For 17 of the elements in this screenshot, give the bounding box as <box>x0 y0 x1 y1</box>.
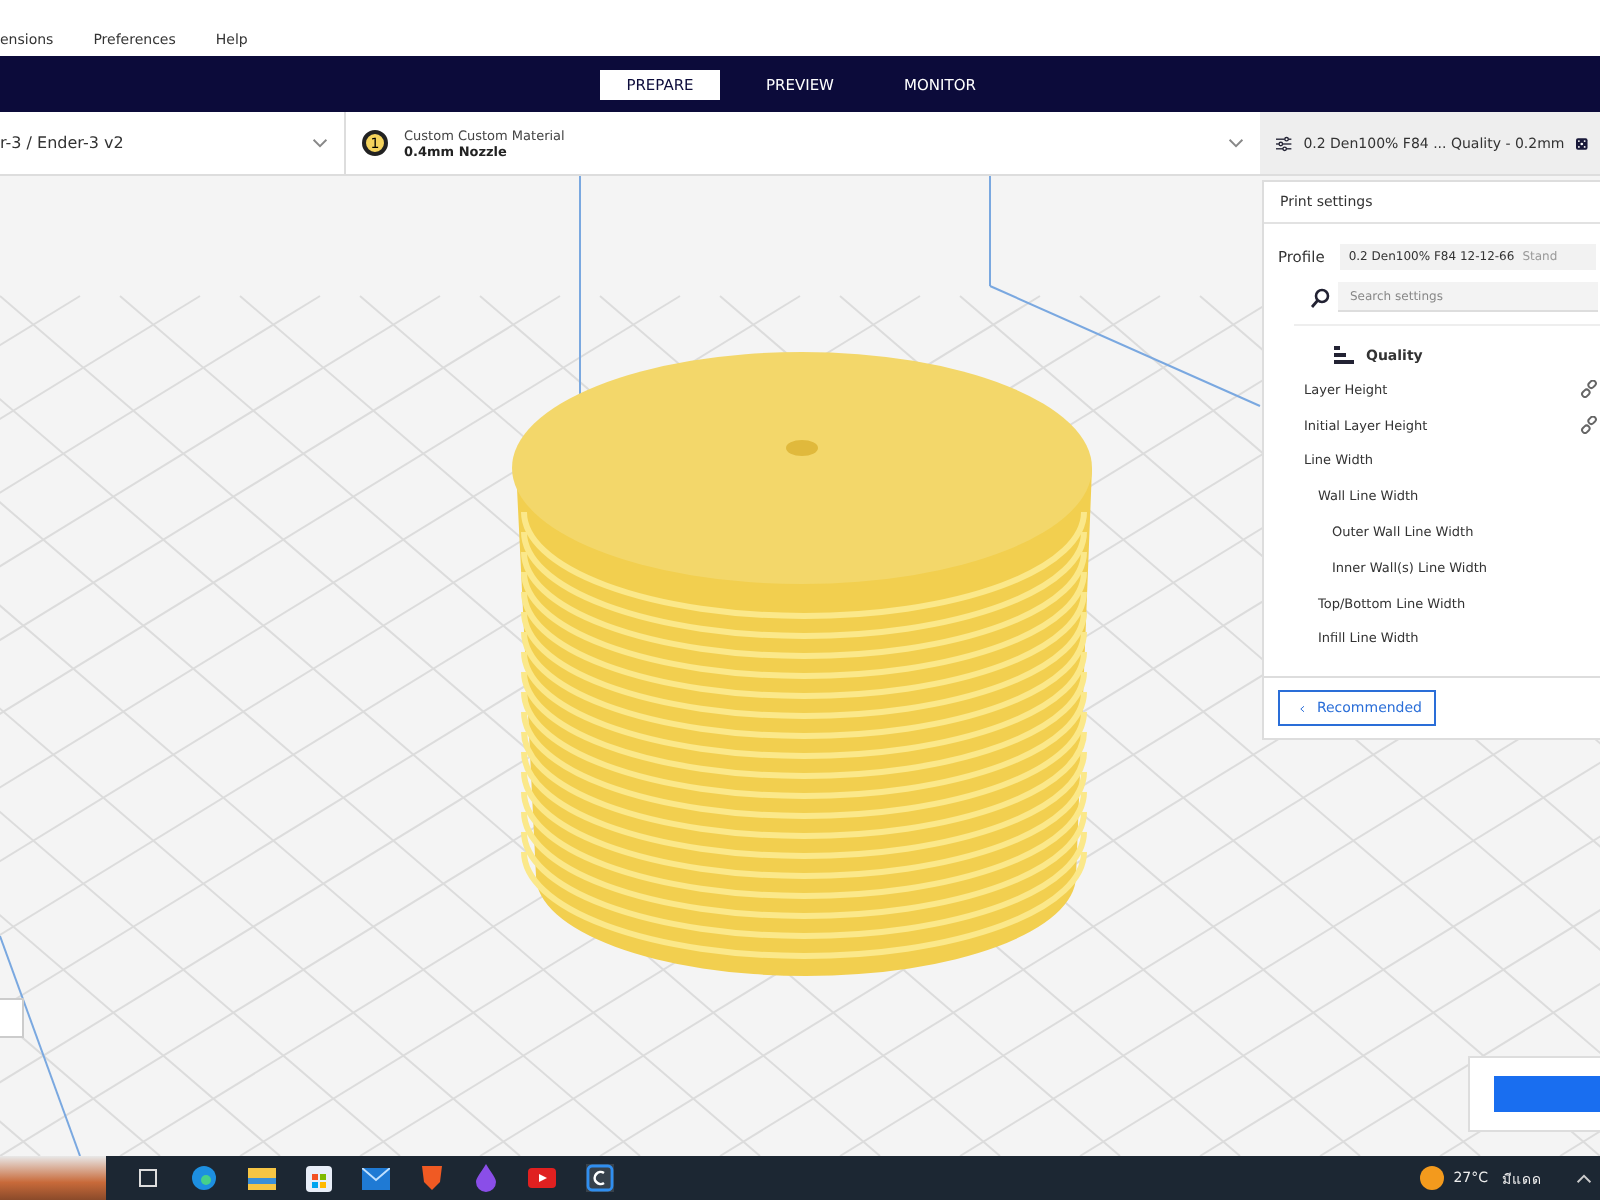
task-view-icon[interactable] <box>136 1166 160 1190</box>
chevron-down-icon <box>312 138 328 148</box>
chevron-down-icon <box>1228 138 1244 148</box>
store-icon[interactable] <box>306 1165 332 1191</box>
category-icon <box>1334 346 1354 364</box>
drop-icon[interactable] <box>474 1164 498 1192</box>
side-panel-edge <box>0 998 24 1038</box>
mail-icon[interactable] <box>362 1167 390 1189</box>
app-c-icon[interactable] <box>586 1164 614 1192</box>
printer-selector[interactable]: r-3 / Ender-3 v2 <box>0 112 346 174</box>
chevron-up-icon[interactable] <box>1576 1173 1592 1183</box>
search-icon <box>1310 287 1330 307</box>
desktop-thumbnail <box>0 1156 106 1200</box>
folder-icon[interactable] <box>248 1166 276 1190</box>
browser-icon[interactable] <box>190 1164 218 1192</box>
play-icon[interactable] <box>528 1168 556 1188</box>
sun-icon <box>1419 1166 1444 1190</box>
